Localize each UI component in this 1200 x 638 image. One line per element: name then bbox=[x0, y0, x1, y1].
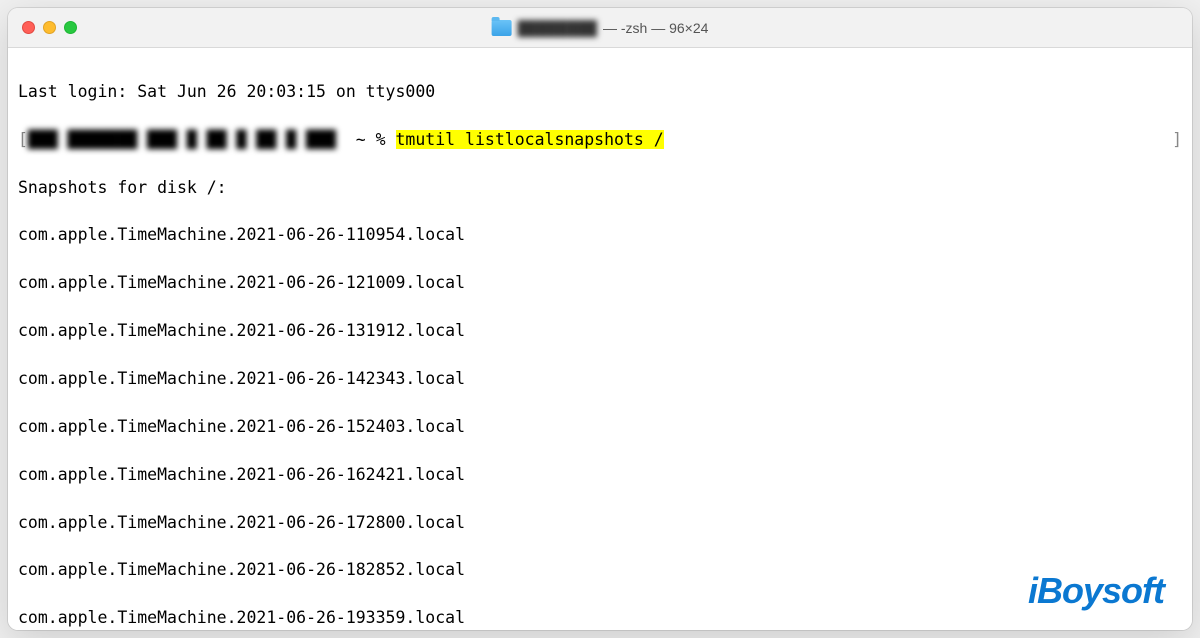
last-login-line: Last login: Sat Jun 26 20:03:15 on ttys0… bbox=[18, 80, 1182, 104]
snapshots-header: Snapshots for disk /: bbox=[18, 176, 1182, 200]
snapshot-line: com.apple.TimeMachine.2021-06-26-121009.… bbox=[18, 271, 1182, 295]
snapshot-line: com.apple.TimeMachine.2021-06-26-182852.… bbox=[18, 558, 1182, 582]
close-button[interactable] bbox=[22, 21, 35, 34]
snapshot-line: com.apple.TimeMachine.2021-06-26-162421.… bbox=[18, 463, 1182, 487]
title-user-blurred: ████████ bbox=[518, 20, 597, 36]
window-title: ████████ — -zsh — 96×24 bbox=[492, 20, 709, 36]
watermark-logo: iBoysoft bbox=[1028, 570, 1164, 612]
snapshot-line: com.apple.TimeMachine.2021-06-26-131912.… bbox=[18, 319, 1182, 343]
snapshot-line: com.apple.TimeMachine.2021-06-26-142343.… bbox=[18, 367, 1182, 391]
terminal-window: ████████ — -zsh — 96×24 Last login: Sat … bbox=[8, 8, 1192, 630]
snapshot-line: com.apple.TimeMachine.2021-06-26-152403.… bbox=[18, 415, 1182, 439]
folder-icon bbox=[492, 20, 512, 36]
window-controls bbox=[22, 21, 77, 34]
terminal-output[interactable]: Last login: Sat Jun 26 20:03:15 on ttys0… bbox=[8, 48, 1192, 630]
snapshot-line: com.apple.TimeMachine.2021-06-26-172800.… bbox=[18, 511, 1182, 535]
title-suffix: — -zsh — 96×24 bbox=[603, 20, 708, 36]
command-1: tmutil listlocalsnapshots / bbox=[396, 130, 664, 149]
prompt-line-1: [███ ███████ ███ █ ██ █ ██ █ ███ ~ % tmu… bbox=[18, 128, 1182, 152]
titlebar: ████████ — -zsh — 96×24 bbox=[8, 8, 1192, 48]
snapshot-line: com.apple.TimeMachine.2021-06-26-110954.… bbox=[18, 223, 1182, 247]
maximize-button[interactable] bbox=[64, 21, 77, 34]
minimize-button[interactable] bbox=[43, 21, 56, 34]
snapshot-line: com.apple.TimeMachine.2021-06-26-193359.… bbox=[18, 606, 1182, 630]
